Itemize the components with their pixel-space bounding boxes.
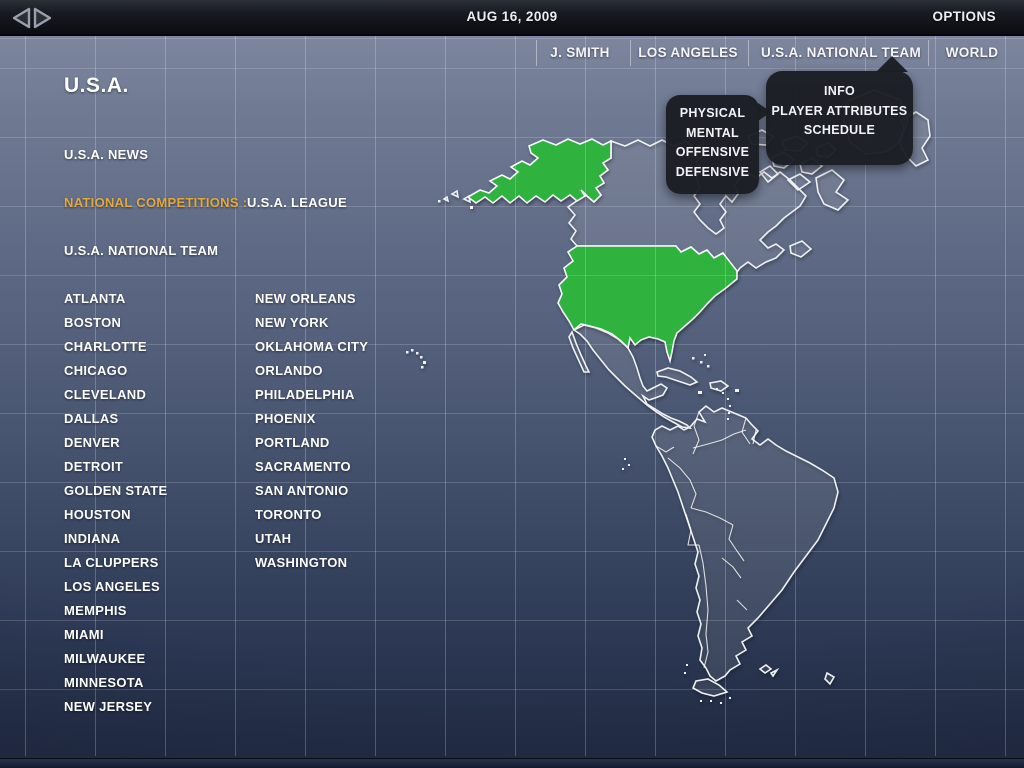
usa-league-link[interactable]: U.S.A. LEAGUE: [247, 195, 347, 210]
map-usa[interactable]: [558, 246, 737, 361]
page-title: U.S.A.: [64, 74, 129, 98]
team-list-col2: NEW ORLEANS NEW YORK OKLAHOMA CITY ORLAN…: [255, 287, 368, 575]
team-link[interactable]: CHARLOTTE: [64, 335, 168, 359]
options-button[interactable]: OPTIONS: [932, 0, 996, 34]
team-link[interactable]: BOSTON: [64, 311, 168, 335]
top-bar: AUG 16, 2009 OPTIONS: [0, 0, 1024, 36]
bottom-strip: [0, 758, 1024, 768]
map-hawaii: [406, 349, 426, 369]
nav-separator: [748, 40, 749, 66]
team-list-col1: ATLANTA BOSTON CHARLOTTE CHICAGO CLEVELA…: [64, 287, 168, 719]
popup-item-physical[interactable]: PHYSICAL: [666, 104, 759, 124]
map-cuba[interactable]: [657, 368, 697, 385]
team-link[interactable]: TORONTO: [255, 503, 368, 527]
team-link[interactable]: DETROIT: [64, 455, 168, 479]
team-link[interactable]: ATLANTA: [64, 287, 168, 311]
team-link[interactable]: UTAH: [255, 527, 368, 551]
team-link[interactable]: HOUSTON: [64, 503, 168, 527]
map-south-georgia: [825, 673, 834, 684]
team-link[interactable]: CLEVELAND: [64, 383, 168, 407]
team-link[interactable]: SACRAMENTO: [255, 455, 368, 479]
popup-item-mental[interactable]: MENTAL: [666, 124, 759, 144]
popup-item-info[interactable]: INFO: [766, 82, 913, 102]
map-baffin: [816, 170, 848, 210]
team-link[interactable]: ORLANDO: [255, 359, 368, 383]
map-newfoundland: [790, 241, 811, 257]
team-link[interactable]: PORTLAND: [255, 431, 368, 455]
nav-separator: [630, 40, 631, 66]
team-link[interactable]: NEW JERSEY: [64, 695, 168, 719]
nav-item-manager[interactable]: J. SMITH: [550, 45, 609, 60]
team-link[interactable]: GOLDEN STATE: [64, 479, 168, 503]
popup-item-offensive[interactable]: OFFENSIVE: [666, 143, 759, 163]
national-team-popup-menu: INFO PLAYER ATTRIBUTES SCHEDULE: [766, 71, 913, 165]
map-south-america[interactable]: [652, 406, 838, 681]
team-link[interactable]: PHOENIX: [255, 407, 368, 431]
map-tierra-del-fuego: [693, 679, 727, 696]
team-link[interactable]: MILWAUKEE: [64, 647, 168, 671]
team-link[interactable]: NEW ORLEANS: [255, 287, 368, 311]
player-attributes-submenu: PHYSICAL MENTAL OFFENSIVE DEFENSIVE: [666, 95, 759, 194]
national-competitions-label: NATIONAL COMPETITIONS :: [64, 195, 247, 210]
popup-item-defensive[interactable]: DEFENSIVE: [666, 163, 759, 183]
team-link[interactable]: LA CLUPPERS: [64, 551, 168, 575]
team-link[interactable]: SAN ANTONIO: [255, 479, 368, 503]
popup-item-player-attributes[interactable]: PLAYER ATTRIBUTES: [766, 102, 913, 122]
nav-separator: [536, 40, 537, 66]
map-falklands: [760, 665, 771, 673]
team-link[interactable]: WASHINGTON: [255, 551, 368, 575]
map-alaska[interactable]: [468, 139, 611, 203]
team-link[interactable]: OKLAHOMA CITY: [255, 335, 368, 359]
team-link[interactable]: DENVER: [64, 431, 168, 455]
team-link[interactable]: LOS ANGELES: [64, 575, 168, 599]
team-link[interactable]: MEMPHIS: [64, 599, 168, 623]
popup-item-schedule[interactable]: SCHEDULE: [766, 121, 913, 141]
usa-news-link[interactable]: U.S.A. NEWS: [64, 147, 148, 162]
main-nav: J. SMITH LOS ANGELES U.S.A. NATIONAL TEA…: [0, 36, 1024, 68]
game-screen: AUG 16, 2009 OPTIONS J. SMITH LOS ANGELE…: [0, 0, 1024, 768]
team-link[interactable]: MINNESOTA: [64, 671, 168, 695]
popup-pointer-up-icon: [876, 56, 908, 72]
map-hispaniola: [710, 381, 728, 391]
popup-pointer-right-icon: [758, 103, 771, 121]
usa-national-team-link[interactable]: U.S.A. NATIONAL TEAM: [64, 243, 218, 258]
team-link[interactable]: MIAMI: [64, 623, 168, 647]
team-link[interactable]: PHILADELPHIA: [255, 383, 368, 407]
nav-item-club[interactable]: LOS ANGELES: [638, 45, 738, 60]
current-date: AUG 16, 2009: [0, 0, 1024, 34]
nav-item-world[interactable]: WORLD: [946, 45, 999, 60]
team-link[interactable]: NEW YORK: [255, 311, 368, 335]
team-link[interactable]: INDIANA: [64, 527, 168, 551]
team-link[interactable]: CHICAGO: [64, 359, 168, 383]
team-link[interactable]: DALLAS: [64, 407, 168, 431]
nav-separator: [928, 40, 929, 66]
